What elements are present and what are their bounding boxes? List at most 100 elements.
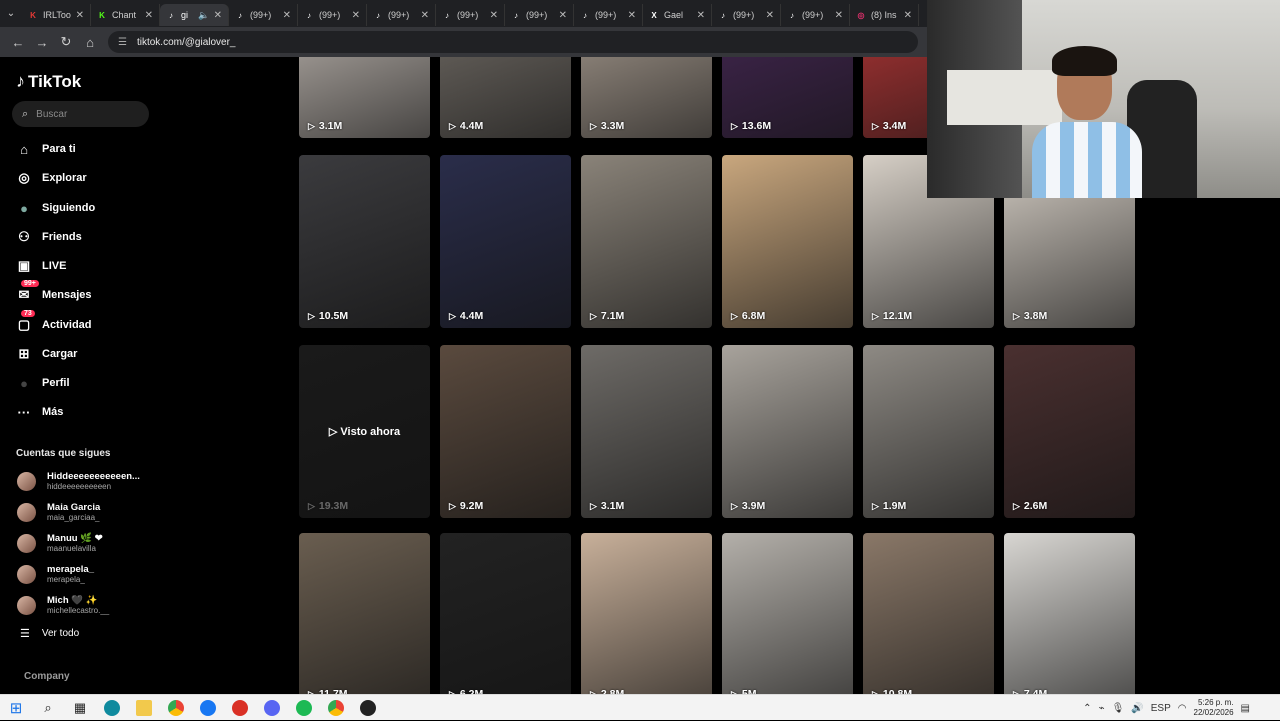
browser-tab[interactable]: ♪ (99+) ✕ xyxy=(574,4,643,26)
video-thumbnail[interactable]: ▷ 19.3M ▷ Visto ahora xyxy=(299,345,430,518)
video-thumbnail[interactable]: ▷ 3.3M xyxy=(581,57,712,138)
browser-tab[interactable]: ◎ (8) Ins ✕ xyxy=(850,4,919,26)
video-thumbnail[interactable]: ▷ 10.5M xyxy=(299,155,430,328)
browser-tab[interactable]: ♪ (99+) ✕ xyxy=(436,4,505,26)
video-thumbnail[interactable]: ▷ 13.6M xyxy=(722,57,853,138)
nav-item-mensajes[interactable]: ✉ 99+ Mensajes xyxy=(15,280,92,306)
browser-tab[interactable]: ♪ (99+) ✕ xyxy=(229,4,298,26)
video-thumbnail[interactable]: ▷ 6.8M xyxy=(722,155,853,328)
video-thumbnail[interactable]: ▷ 5M xyxy=(722,533,853,694)
nav-item-cargar[interactable]: ⊞ Cargar xyxy=(15,343,78,365)
close-tab-icon[interactable]: ✕ xyxy=(628,10,636,21)
address-bar[interactable]: ☰ tiktok.com/@gialover_ xyxy=(108,31,918,53)
following-account[interactable]: Maia Garcia maia_garciaa_ xyxy=(17,499,100,525)
tab-search-icon[interactable]: ⌄ xyxy=(0,0,22,27)
search-input[interactable]: ⌕ Buscar xyxy=(12,101,149,127)
nav-item-actividad[interactable]: ▢ 73 Actividad xyxy=(15,310,92,336)
wifi-icon[interactable]: ◠ xyxy=(1178,703,1187,714)
file-explorer-icon[interactable] xyxy=(128,695,160,721)
video-thumbnail[interactable]: ▷ 11.7M xyxy=(299,533,430,694)
back-arrow-icon[interactable]: ← xyxy=(6,30,30,54)
app-red-icon[interactable] xyxy=(224,695,256,721)
play-icon: ▷ xyxy=(872,120,879,131)
video-thumbnail[interactable]: ▷ 9.2M xyxy=(440,345,571,518)
video-thumbnail[interactable]: ▷ 1.9M xyxy=(863,345,994,518)
home-icon: ⌂ xyxy=(20,141,28,157)
close-tab-icon[interactable]: ✕ xyxy=(697,10,705,21)
volume-icon[interactable]: 🔊 xyxy=(1131,703,1143,714)
video-thumbnail[interactable]: ▷ 7.4M xyxy=(1004,533,1135,694)
start-icon[interactable]: ⊞ xyxy=(0,695,32,721)
browser-tab[interactable]: ♪ (99+) ✕ xyxy=(367,4,436,26)
video-thumbnail[interactable]: ▷ 4.4M xyxy=(440,155,571,328)
facebook-icon[interactable] xyxy=(192,695,224,721)
close-tab-icon[interactable]: ✕ xyxy=(904,10,912,21)
video-thumbnail[interactable]: ▷ 10.8M xyxy=(863,533,994,694)
browser-tab[interactable]: ♪ (99+) ✕ xyxy=(298,4,367,26)
home-icon[interactable]: ⌂ xyxy=(78,30,102,54)
close-tab-icon[interactable]: ✕ xyxy=(283,10,291,21)
video-thumbnail[interactable]: ▷ 2.6M xyxy=(1004,345,1135,518)
browser-tab[interactable]: ♪ (99+) ✕ xyxy=(781,4,850,26)
account-text: Mich 🖤 ✨ michellecastro.__ xyxy=(47,595,109,615)
close-tab-icon[interactable]: ✕ xyxy=(76,10,84,21)
following-account[interactable]: Mich 🖤 ✨ michellecastro.__ xyxy=(17,592,109,618)
video-thumbnail[interactable]: ▷ 7.1M xyxy=(581,155,712,328)
discord-icon[interactable] xyxy=(256,695,288,721)
more-icon: ··· xyxy=(17,404,31,420)
language-indicator[interactable]: ESP xyxy=(1151,703,1171,714)
browser-tab[interactable]: K Chant ✕ xyxy=(91,4,160,26)
browser-tab[interactable]: ♪ (99+) ✕ xyxy=(712,4,781,26)
close-tab-icon[interactable]: ✕ xyxy=(421,10,429,21)
clock[interactable]: 5:26 p. m. 22/02/2026 xyxy=(1194,698,1234,718)
company-link[interactable]: Company xyxy=(24,671,70,682)
speaker-icon[interactable]: 🔈 xyxy=(198,10,209,21)
close-tab-icon[interactable]: ✕ xyxy=(559,10,567,21)
following-account[interactable]: merapela_ merapela_ xyxy=(17,561,94,587)
microphone-icon[interactable]: 🎙 xyxy=(1112,703,1125,714)
spotify-icon[interactable] xyxy=(288,695,320,721)
search-placeholder: Buscar xyxy=(36,108,68,120)
nav-item-para-ti[interactable]: ⌂ Para ti xyxy=(15,138,76,160)
nav-item-label: Mensajes xyxy=(42,289,92,301)
close-tab-icon[interactable]: ✕ xyxy=(214,10,222,21)
nav-item-siguiendo[interactable]: ● Siguiendo xyxy=(15,197,95,219)
task-view-icon[interactable]: ▦ xyxy=(64,695,96,721)
close-tab-icon[interactable]: ✕ xyxy=(352,10,360,21)
video-thumbnail[interactable]: ▷ 3.1M xyxy=(299,57,430,138)
forward-arrow-icon[interactable]: → xyxy=(30,30,54,54)
reload-icon[interactable]: ↻ xyxy=(54,30,78,54)
edge-icon[interactable] xyxy=(96,695,128,721)
nav-item-explorar[interactable]: ◎ Explorar xyxy=(15,167,86,189)
chrome-active-icon[interactable] xyxy=(320,695,352,721)
chevron-up-icon[interactable]: ⌃ xyxy=(1083,703,1091,714)
chrome-icon[interactable] xyxy=(160,695,192,721)
nav-item-perfil[interactable]: ● Perfil xyxy=(15,372,69,394)
close-tab-icon[interactable]: ✕ xyxy=(490,10,498,21)
video-thumbnail[interactable]: ▷ 6.2M xyxy=(440,533,571,694)
close-tab-icon[interactable]: ✕ xyxy=(766,10,774,21)
nav-item-live[interactable]: ▣ LIVE xyxy=(15,255,67,277)
close-tab-icon[interactable]: ✕ xyxy=(145,10,153,21)
browser-tab[interactable]: K IRLToo ✕ xyxy=(22,4,91,26)
obs-icon[interactable] xyxy=(352,695,384,721)
close-tab-icon[interactable]: ✕ xyxy=(835,10,843,21)
tiktok-logo[interactable]: ♪ TikTok xyxy=(16,71,81,92)
following-account[interactable]: Hiddeeeeeeeeeeen... hiddeeeeeeeeeen xyxy=(17,468,140,494)
nav-item-m-s[interactable]: ··· Más xyxy=(15,401,64,423)
video-thumbnail[interactable]: ▷ 2.8M xyxy=(581,533,712,694)
video-thumbnail[interactable]: ▷ 3.9M xyxy=(722,345,853,518)
notifications-icon[interactable]: ▤ xyxy=(1241,703,1250,714)
browser-tab[interactable]: ♪ gi 🔈 ✕ xyxy=(160,4,229,26)
see-all-link[interactable]: ☰ Ver todo xyxy=(20,627,79,640)
network-icon[interactable]: ⌁ xyxy=(1099,703,1105,714)
search-icon[interactable]: ⌕ xyxy=(32,695,64,721)
browser-tab[interactable]: ♪ (99+) ✕ xyxy=(505,4,574,26)
account-text: Maia Garcia maia_garciaa_ xyxy=(47,502,100,522)
nav-item-friends[interactable]: ⚇ Friends xyxy=(15,226,82,248)
site-info-icon[interactable]: ☰ xyxy=(118,37,127,48)
video-thumbnail[interactable]: ▷ 3.1M xyxy=(581,345,712,518)
browser-tab[interactable]: X Gael ✕ xyxy=(643,4,712,26)
video-thumbnail[interactable]: ▷ 4.4M xyxy=(440,57,571,138)
following-account[interactable]: Manuu 🌿 ❤ maanuelavilla xyxy=(17,530,103,556)
